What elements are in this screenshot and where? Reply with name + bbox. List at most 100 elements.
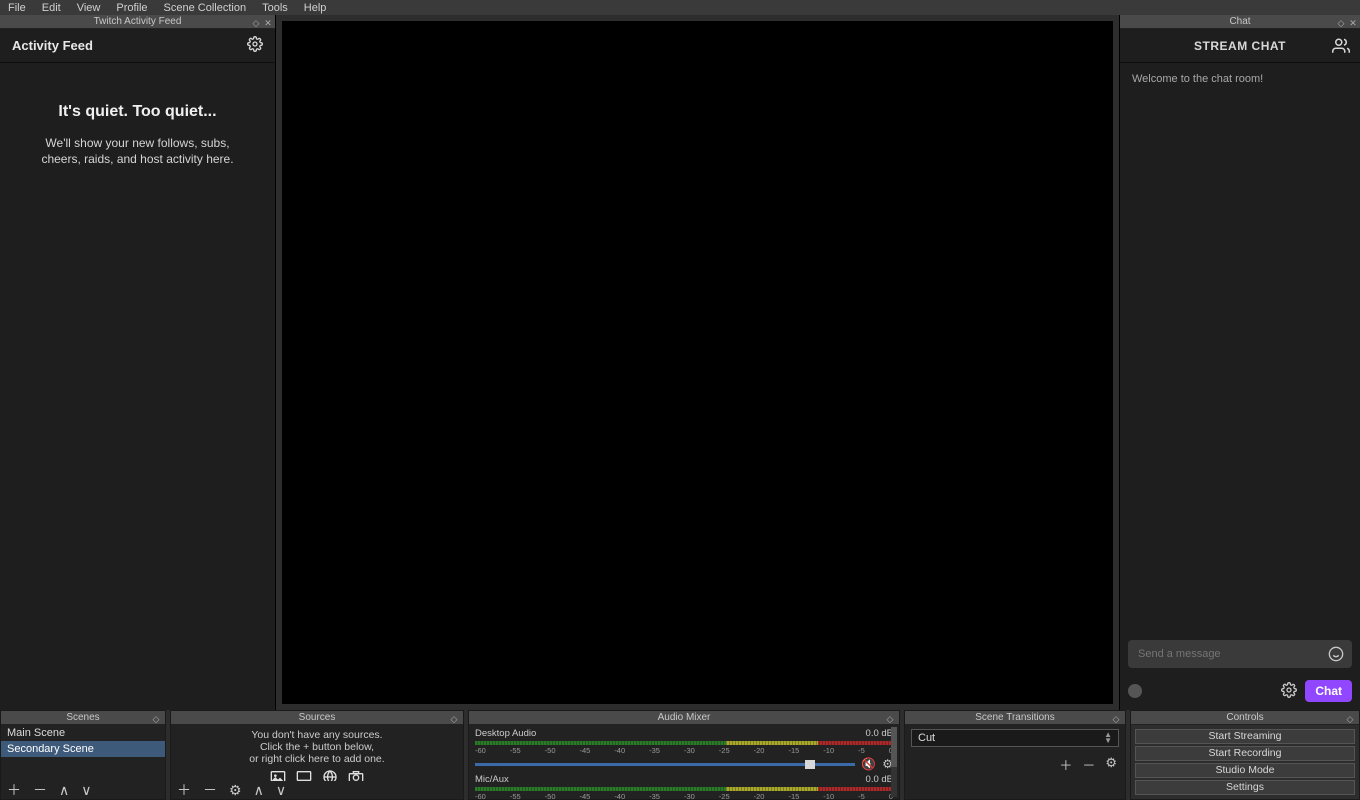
- chat-welcome-message: Welcome to the chat room!: [1132, 73, 1263, 85]
- remove-icon[interactable]: －: [203, 780, 217, 799]
- menu-help[interactable]: Help: [296, 2, 335, 14]
- mixer-title-label: Audio Mixer: [658, 712, 711, 723]
- chevron-updown-icon: ▲▼: [1104, 732, 1112, 744]
- emoji-icon[interactable]: [1328, 646, 1344, 665]
- remove-icon[interactable]: －: [1082, 755, 1095, 774]
- gear-icon[interactable]: [247, 36, 263, 55]
- mixer-track-name: Mic/Aux: [475, 774, 509, 785]
- gear-icon[interactable]: ⚙: [229, 782, 242, 799]
- sources-msg2: Click the + button below,: [171, 741, 463, 753]
- close-icon[interactable]: ✕: [263, 16, 273, 30]
- gear-icon[interactable]: ⚙: [1105, 755, 1117, 774]
- scenes-list: Main Scene Secondary Scene ＋ － ∧ ∨: [1, 725, 165, 799]
- mixer-ticks: -60-55-50-45-40-35-30-25-20-15-10-50: [475, 746, 893, 755]
- users-icon[interactable]: [1332, 37, 1350, 58]
- settings-button[interactable]: Settings: [1135, 780, 1355, 795]
- undock-icon[interactable]: ◇: [151, 712, 161, 726]
- move-up-icon[interactable]: ∧: [254, 782, 264, 799]
- scene-item[interactable]: Secondary Scene: [1, 741, 165, 757]
- activity-feed-empty-heading: It's quiet. Too quiet...: [0, 103, 275, 121]
- chat-dock-title[interactable]: Chat ◇ ✕: [1120, 15, 1360, 29]
- move-down-icon[interactable]: ∨: [276, 782, 286, 799]
- menu-scene-collection[interactable]: Scene Collection: [156, 2, 255, 14]
- undock-icon[interactable]: ◇: [885, 712, 895, 726]
- lower-docks: Scenes ◇ Main Scene Secondary Scene ＋ － …: [0, 710, 1360, 800]
- mixer-track-name: Desktop Audio: [475, 728, 536, 739]
- menu-tools[interactable]: Tools: [254, 2, 296, 14]
- activity-feed-empty-line2: cheers, raids, and host activity here.: [0, 151, 275, 167]
- studio-mode-button[interactable]: Studio Mode: [1135, 763, 1355, 778]
- menu-edit[interactable]: Edit: [34, 2, 69, 14]
- chat-input-area: [1120, 634, 1360, 676]
- undock-icon[interactable]: ◇: [1345, 712, 1355, 726]
- chat-input[interactable]: [1128, 640, 1352, 668]
- chat-header: STREAM CHAT: [1120, 29, 1360, 63]
- scene-item[interactable]: Main Scene: [1, 725, 165, 741]
- scenes-dock: Scenes ◇ Main Scene Secondary Scene ＋ － …: [0, 710, 166, 800]
- controls-dock-title[interactable]: Controls ◇: [1131, 711, 1359, 725]
- add-icon[interactable]: ＋: [177, 780, 191, 799]
- activity-feed-title: Activity Feed: [12, 38, 93, 53]
- mixer-ticks: -60-55-50-45-40-35-30-25-20-15-10-50: [475, 792, 893, 799]
- undock-icon[interactable]: ◇: [251, 16, 261, 30]
- scenes-dock-title[interactable]: Scenes ◇: [1, 711, 165, 725]
- mixer-meter: [475, 741, 893, 745]
- transitions-title-label: Scene Transitions: [975, 712, 1055, 723]
- activity-feed-dock-title-label: Twitch Activity Feed: [94, 16, 182, 27]
- add-icon[interactable]: ＋: [1059, 755, 1072, 774]
- undock-icon[interactable]: ◇: [1336, 16, 1346, 30]
- chat-header-title: STREAM CHAT: [1194, 39, 1286, 53]
- menu-file[interactable]: File: [2, 2, 34, 14]
- chat-dock-title-label: Chat: [1229, 16, 1250, 27]
- gear-icon[interactable]: [1281, 682, 1297, 701]
- controls-dock: Controls ◇ Start Streaming Start Recordi…: [1130, 710, 1360, 800]
- start-streaming-button[interactable]: Start Streaming: [1135, 729, 1355, 744]
- add-icon[interactable]: ＋: [7, 780, 21, 799]
- close-icon[interactable]: ✕: [1348, 16, 1358, 30]
- sources-toolbar: ＋ － ⚙ ∧ ∨: [171, 781, 463, 799]
- audio-mixer-dock: Audio Mixer ◇ Desktop Audio 0.0 dB -60-5…: [468, 710, 900, 800]
- menu-profile[interactable]: Profile: [108, 2, 155, 14]
- chat-bottom-bar: Chat: [1120, 676, 1360, 710]
- transitions-dock-title[interactable]: Scene Transitions ◇: [905, 711, 1125, 725]
- sources-dock-title[interactable]: Sources ◇: [171, 711, 463, 725]
- move-up-icon[interactable]: ∧: [59, 782, 69, 799]
- mixer-dock-title[interactable]: Audio Mixer ◇: [469, 711, 899, 725]
- mixer-body: Desktop Audio 0.0 dB -60-55-50-45-40-35-…: [469, 725, 899, 799]
- activity-feed-header: Activity Feed: [0, 29, 275, 63]
- activity-feed-dock-title[interactable]: Twitch Activity Feed ◇ ✕: [0, 15, 275, 29]
- activity-feed-empty-line1: We'll show your new follows, subs,: [0, 135, 275, 151]
- preview-canvas[interactable]: [282, 21, 1113, 704]
- undock-icon[interactable]: ◇: [1111, 712, 1121, 726]
- undock-icon[interactable]: ◇: [449, 712, 459, 726]
- sources-dock: Sources ◇ You don't have any sources. Cl…: [170, 710, 464, 800]
- start-recording-button[interactable]: Start Recording: [1135, 746, 1355, 761]
- sources-msg1: You don't have any sources.: [171, 729, 463, 741]
- mixer-track-level: 0.0 dB: [866, 728, 893, 739]
- transitions-toolbar: ＋ － ⚙: [905, 751, 1125, 778]
- menu-view[interactable]: View: [69, 2, 109, 14]
- controls-body: Start Streaming Start Recording Studio M…: [1131, 725, 1359, 799]
- volume-slider[interactable]: [475, 763, 855, 766]
- scenes-toolbar: ＋ － ∧ ∨: [1, 781, 165, 799]
- mixer-track-level: 0.0 dB: [866, 774, 893, 785]
- scrollbar-thumb[interactable]: [891, 727, 897, 767]
- remove-icon[interactable]: －: [33, 780, 47, 799]
- activity-feed-body: It's quiet. Too quiet... We'll show your…: [0, 63, 275, 710]
- activity-feed-dock: Twitch Activity Feed ◇ ✕ Activity Feed I…: [0, 15, 276, 710]
- transition-select[interactable]: Cut ▲▼: [911, 729, 1119, 747]
- scrollbar[interactable]: [891, 727, 897, 797]
- chat-dock: Chat ◇ ✕ STREAM CHAT Welcome to the chat…: [1119, 15, 1360, 710]
- channel-points-icon[interactable]: [1128, 684, 1142, 698]
- transitions-dock: Scene Transitions ◇ Cut ▲▼ ＋ － ⚙: [904, 710, 1126, 800]
- speaker-muted-icon[interactable]: 🔇: [861, 757, 876, 771]
- mixer-meter: [475, 787, 893, 791]
- menubar: File Edit View Profile Scene Collection …: [0, 0, 1360, 15]
- move-down-icon[interactable]: ∨: [81, 782, 91, 799]
- sources-msg3: or right click here to add one.: [171, 753, 463, 765]
- slider-thumb[interactable]: [805, 760, 815, 769]
- upper-region: Twitch Activity Feed ◇ ✕ Activity Feed I…: [0, 15, 1360, 710]
- mixer-volume-row: 🔇 ⚙: [475, 757, 893, 771]
- sources-body[interactable]: You don't have any sources. Click the + …: [171, 725, 463, 799]
- chat-send-button[interactable]: Chat: [1305, 680, 1352, 702]
